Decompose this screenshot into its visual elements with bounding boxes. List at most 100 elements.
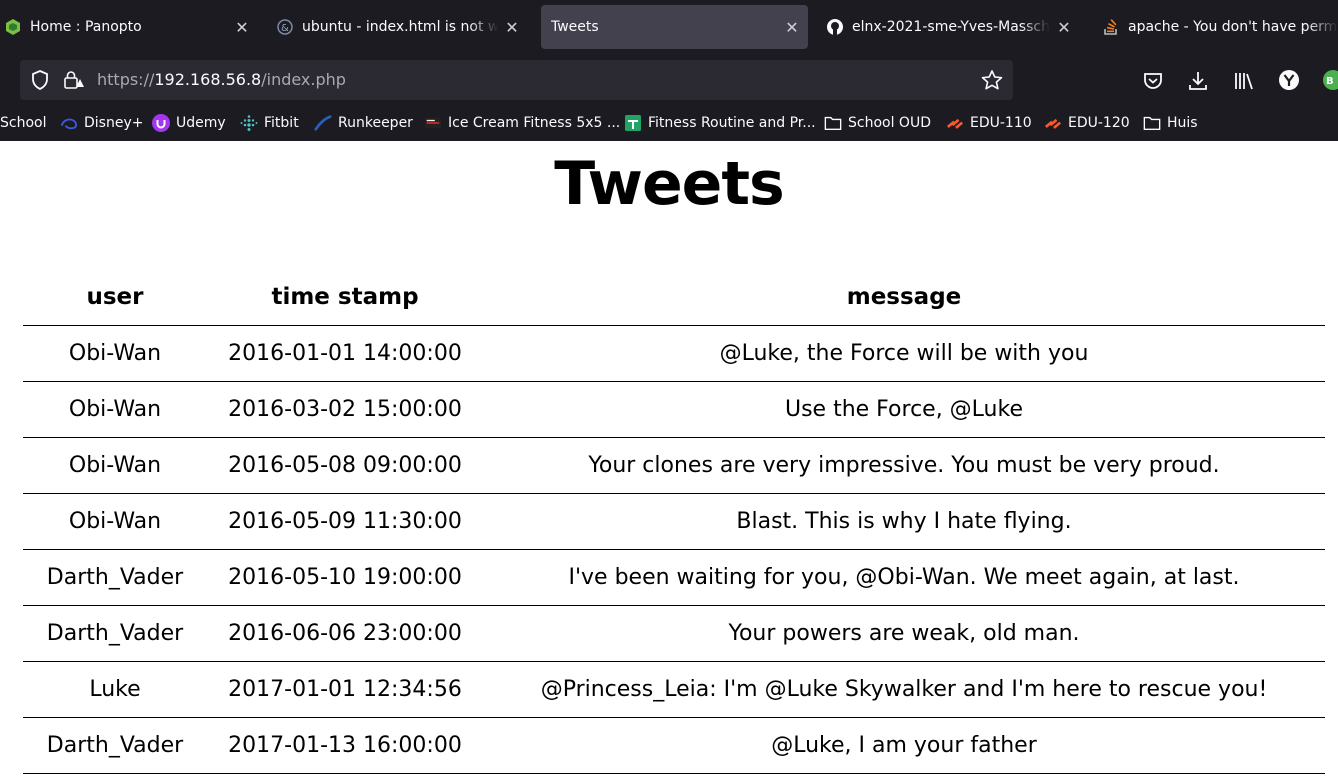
cell-user: Obi-Wan [23,493,207,550]
bookmark-label: School [0,115,47,131]
tab-panopto[interactable]: Home : Panopto ✕ [0,5,258,49]
table-row: Obi-Wan 2016-01-01 14:00:00 @Luke, the F… [23,325,1325,382]
svg-text:&: & [281,23,289,34]
fitbit-icon [240,114,258,132]
bookmark-label: EDU-120 [1068,115,1130,131]
bookmark-label: EDU-110 [970,115,1032,131]
column-header-timestamp: time stamp [207,269,483,326]
cell-user: Darth_Vader [23,605,207,662]
cell-user: Darth_Vader [23,717,207,774]
tab-title: apache - You don't have permi [1128,19,1338,35]
table-row: Darth_Vader 2016-05-10 19:00:00 I've bee… [23,549,1325,606]
table-header-row: user time stamp message [23,269,1325,326]
tab-title: ubuntu - index.html is not work [302,19,498,35]
tab-tweets[interactable]: Tweets ✕ [541,5,808,49]
bookmark-label: Runkeeper [338,115,413,131]
page-title: Tweets [554,149,785,219]
tweets-table: user time stamp message Obi-Wan 2016-01-… [23,269,1325,774]
bookmark-folder-huis[interactable]: Huis [1143,112,1198,134]
library-icon[interactable] [1233,70,1255,92]
folder-icon [824,114,842,132]
star-icon[interactable] [981,69,1003,91]
close-icon[interactable]: ✕ [502,17,522,37]
page-content: Tweets user time stamp message Obi-Wan 2… [0,141,1338,781]
bookmark-label: Disney+ [84,115,144,131]
table-row: Darth_Vader 2017-01-13 16:00:00 @Luke, I… [23,717,1325,774]
tab-askubuntu[interactable]: & ubuntu - index.html is not work ✕ [272,5,528,49]
bookmark-label: Udemy [176,115,226,131]
table-row: Obi-Wan 2016-05-09 11:30:00 Blast. This … [23,493,1325,550]
paloalto-icon [946,114,964,132]
stackoverflow-icon [1102,18,1120,36]
folder-icon [1143,114,1161,132]
table-row: Luke 2017-01-01 12:34:56 @Princess_Leia:… [23,661,1325,718]
cell-timestamp: 2016-05-09 11:30:00 [207,493,483,550]
pocket-icon[interactable] [1142,70,1164,92]
close-icon[interactable]: ✕ [782,17,802,37]
cell-message: @Luke, I am your father [483,717,1325,774]
tab-title: Tweets [551,19,599,35]
address-bar[interactable]: https://192.168.56.8/index.php [20,60,1013,100]
bookmark-label: Fitbit [264,115,299,131]
github-icon [826,18,844,36]
cell-message: Blast. This is why I hate flying. [483,493,1325,550]
cell-user: Darth_Vader [23,549,207,606]
paloalto-icon [1044,114,1062,132]
bookmark-folder-school-oud[interactable]: School OUD [824,112,931,134]
cell-timestamp: 2017-01-13 16:00:00 [207,717,483,774]
bookmark-fitness-routine[interactable]: Fitness Routine and Pr... [624,112,816,134]
download-icon[interactable] [1187,70,1209,92]
cell-timestamp: 2016-05-08 09:00:00 [207,437,483,494]
url-text[interactable]: https://192.168.56.8/index.php [97,70,346,89]
table-row: Obi-Wan 2016-05-08 09:00:00 Your clones … [23,437,1325,494]
bookmark-disney[interactable]: Disney+ [60,112,143,134]
bookmark-runkeeper[interactable]: Runkeeper [314,112,413,134]
bookmark-label: Ice Cream Fitness 5x5 ... [448,115,621,131]
bookmark-label: Fitness Routine and Pr... [648,115,816,131]
cell-message: @Princess_Leia: I'm @Luke Skywalker and … [483,661,1325,718]
bookmark-icecream-fitness[interactable]: Ice Cream Fitness 5x5 ... [424,112,620,134]
cell-user: Obi-Wan [23,381,207,438]
cell-timestamp: 2017-01-01 12:34:56 [207,661,483,718]
cell-message: I've been waiting for you, @Obi-Wan. We … [483,549,1325,606]
bookmark-label: School OUD [848,115,931,131]
tab-github[interactable]: elnx-2021-sme-Yves-Masscho/ ✕ [822,5,1080,49]
browser-chrome: Home : Panopto ✕ & ubuntu - index.html i… [0,0,1338,141]
sheets-icon [624,114,642,132]
extension-icon[interactable]: B [1322,69,1338,91]
cell-timestamp: 2016-05-10 19:00:00 [207,549,483,606]
disney-icon [60,114,78,132]
column-header-user: user [23,269,207,326]
bookmark-udemy[interactable]: Udemy [152,112,226,134]
bookmark-edu-120[interactable]: EDU-120 [1044,112,1130,134]
cell-timestamp: 2016-03-02 15:00:00 [207,381,483,438]
bookmark-school[interactable]: School [0,112,46,134]
tab-title: Home : Panopto [30,19,142,35]
url-scheme: https:// [97,70,155,89]
bookmarks-toolbar: School Disney+ Udemy Fitbit Runkeeper Ic… [0,106,1338,140]
udemy-icon [152,114,170,132]
navigation-bar: https://192.168.56.8/index.php B [0,56,1338,104]
bookmark-edu-110[interactable]: EDU-110 [946,112,1032,134]
close-icon[interactable]: ✕ [232,17,252,37]
tab-bar: Home : Panopto ✕ & ubuntu - index.html i… [0,0,1338,56]
yoroi-extension-icon[interactable] [1278,69,1300,91]
close-icon[interactable]: ✕ [1054,17,1074,37]
tab-title: elnx-2021-sme-Yves-Masscho/ [852,19,1050,35]
bookmark-label: Huis [1167,115,1198,131]
cell-user: Luke [23,661,207,718]
askubuntu-icon: & [276,18,294,36]
url-path: /index.php [261,70,346,89]
cell-message: Your powers are weak, old man. [483,605,1325,662]
table-row: Obi-Wan 2016-03-02 15:00:00 Use the Forc… [23,381,1325,438]
cell-timestamp: 2016-01-01 14:00:00 [207,325,483,382]
shield-icon[interactable] [30,70,50,90]
cell-message: Your clones are very impressive. You mus… [483,437,1325,494]
bookmark-fitbit[interactable]: Fitbit [240,112,299,134]
table-row: Darth_Vader 2016-06-06 23:00:00 Your pow… [23,605,1325,662]
tab-stackoverflow[interactable]: apache - You don't have permi [1098,5,1338,49]
lock-icon[interactable] [63,70,85,90]
url-host: 192.168.56.8 [154,70,262,89]
icecream-icon [424,114,442,132]
cell-message: Use the Force, @Luke [483,381,1325,438]
